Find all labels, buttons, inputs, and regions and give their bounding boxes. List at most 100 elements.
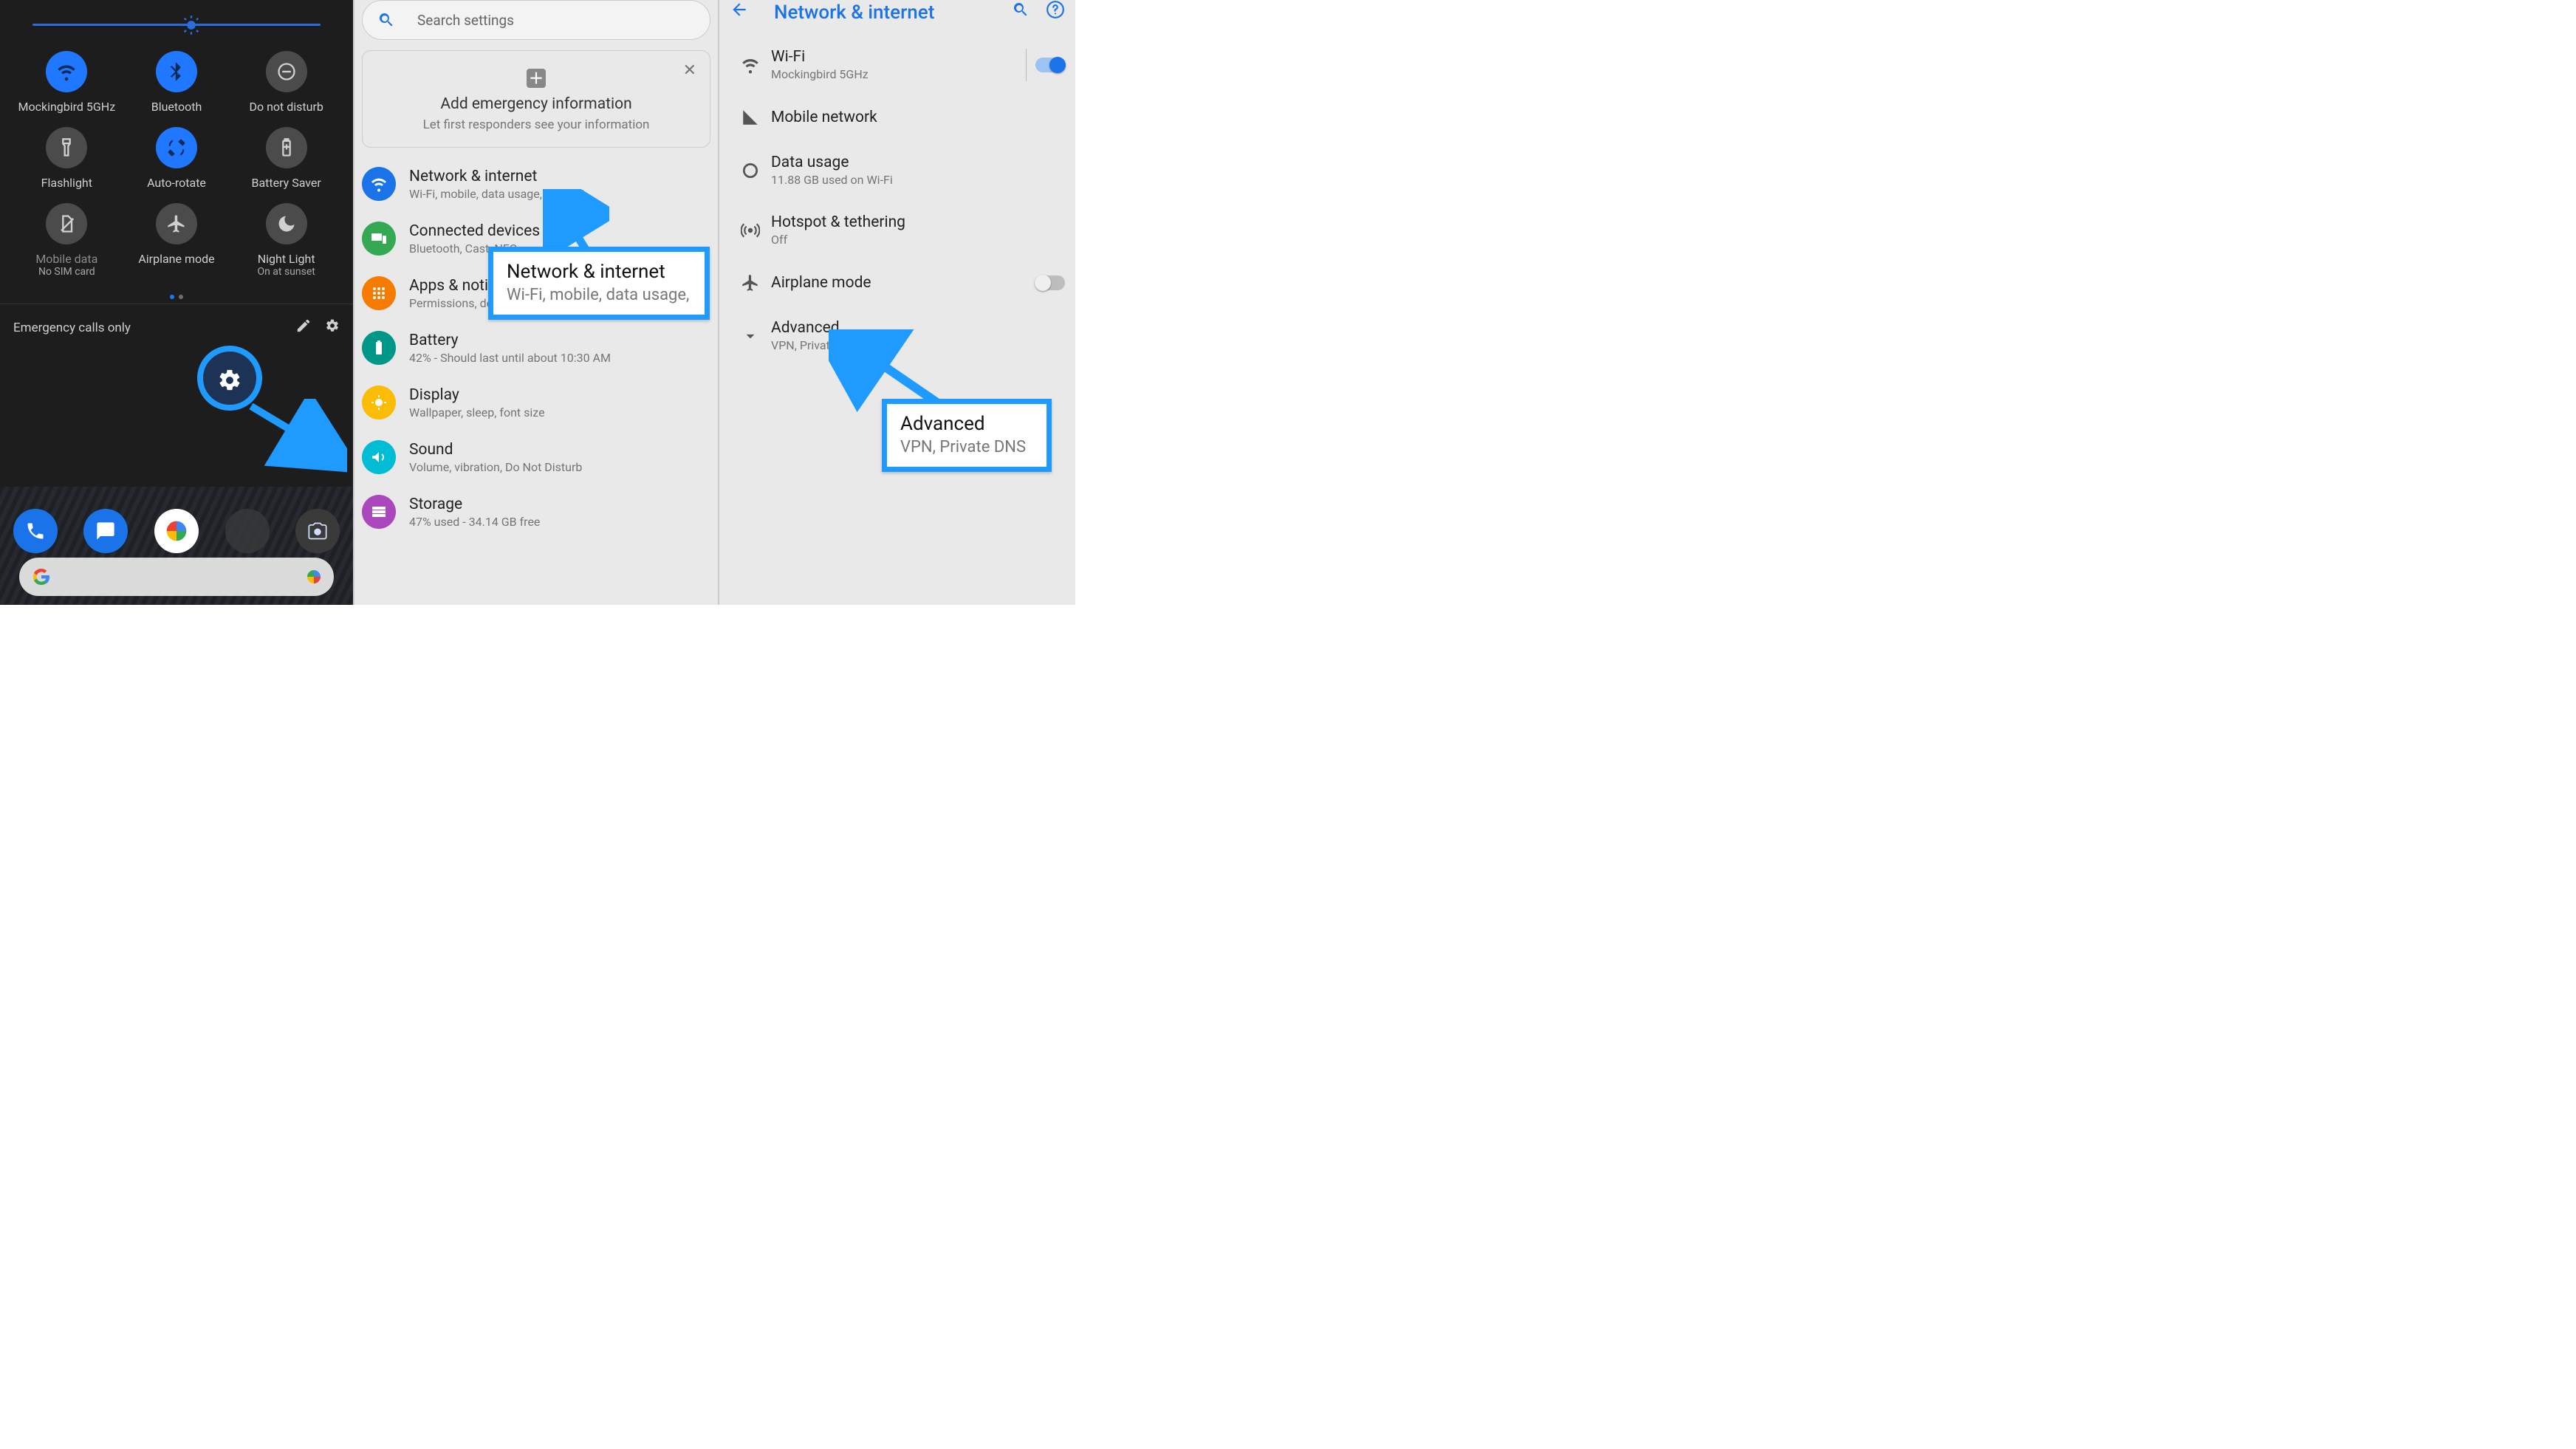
qs-tile-bluetooth[interactable]: Bluetooth [122, 51, 232, 114]
quick-settings-panel: Mockingbird 5GHz Bluetooth Do not distur… [0, 0, 353, 605]
assistant-icon[interactable] [307, 570, 321, 583]
ni-row-hotspot-tethering[interactable]: Hotspot & tethering Off [719, 200, 1075, 260]
bluetooth-icon [156, 51, 197, 92]
google-logo-icon [32, 568, 50, 586]
row-title: Apps & notifications [409, 277, 548, 295]
annotation-arrow-icon [244, 399, 347, 473]
toggle-off[interactable] [1035, 275, 1065, 290]
qs-tile-moon[interactable]: Night Light On at sunset [231, 203, 341, 278]
row-sub: Bluetooth, Cast, NFC [409, 242, 540, 256]
quick-toggle-grid: Mockingbird 5GHz Bluetooth Do not distur… [0, 35, 353, 284]
row-sub: Off [771, 233, 1065, 247]
setting-row-network-internet[interactable]: Network & internet Wi-Fi, mobile, data u… [354, 157, 718, 211]
extra-app-icon[interactable] [225, 509, 270, 553]
setting-row-apps-notifications[interactable]: Apps & notifications Permissions, defaul… [354, 266, 718, 321]
plus-icon: ＋ [527, 69, 546, 88]
setting-row-sound[interactable]: Sound Volume, vibration, Do Not Disturb [354, 430, 718, 484]
moon-icon [266, 203, 307, 244]
network-list: Wi-Fi Mockingbird 5GHz Mobile network Da… [719, 35, 1075, 366]
setting-row-storage[interactable]: Storage 47% used - 34.14 GB free [354, 484, 718, 539]
row-sub: Volume, vibration, Do Not Disturb [409, 460, 582, 474]
ni-row-data-usage[interactable]: Data usage 11.88 GB used on Wi-Fi [719, 140, 1075, 200]
row-title: Mobile network [771, 109, 1065, 126]
pager-dots [0, 284, 353, 304]
phone-app-icon[interactable] [13, 509, 58, 553]
messages-app-icon[interactable] [83, 509, 128, 553]
flashlight-icon [46, 127, 87, 168]
tile-sublabel: No SIM card [12, 266, 122, 278]
network-internet-panel: Network & internet Wi-Fi Mockingbird 5GH… [719, 0, 1075, 605]
row-title: Airplane mode [771, 274, 1035, 292]
tile-label: Night Light [231, 252, 341, 266]
close-icon[interactable]: ✕ [683, 61, 696, 80]
apps-icon [362, 276, 396, 310]
search-icon [377, 11, 395, 29]
search-icon[interactable] [1012, 1, 1030, 24]
search-settings-input[interactable]: Search settings [362, 0, 710, 40]
camera-app-icon[interactable] [295, 509, 340, 553]
emergency-card[interactable]: ✕ ＋ Add emergency information Let first … [362, 50, 710, 148]
qs-tile-sim[interactable]: Mobile data No SIM card [12, 203, 122, 278]
ni-row-wi-fi[interactable]: Wi-Fi Mockingbird 5GHz [719, 35, 1075, 95]
qs-tile-autorotate[interactable]: Auto-rotate [122, 127, 232, 190]
qs-tile-dnd[interactable]: Do not disturb [231, 51, 341, 114]
row-title: Battery [409, 332, 611, 349]
ni-row-airplane-mode[interactable]: Airplane mode [719, 260, 1075, 306]
tile-label: Mockingbird 5GHz [12, 100, 122, 114]
settings-gear-icon[interactable] [325, 318, 340, 337]
row-sub: VPN, Private DNS [771, 338, 1065, 352]
ni-row-advanced[interactable]: Advanced VPN, Private DNS [719, 306, 1075, 366]
tile-label: Auto-rotate [122, 176, 232, 190]
tile-label: Do not disturb [231, 100, 341, 114]
setting-row-display[interactable]: Display Wallpaper, sleep, font size [354, 375, 718, 430]
datacircle-icon [730, 161, 771, 180]
row-sub: Wi-Fi, mobile, data usage, hotspot [409, 187, 586, 201]
airplane-icon [730, 273, 771, 292]
row-title: Advanced [771, 319, 1065, 337]
row-sub: Permissions, default apps [409, 296, 548, 310]
back-icon[interactable] [730, 0, 749, 24]
tile-label: Bluetooth [122, 100, 232, 114]
photos-app-icon[interactable] [154, 509, 199, 553]
qs-tile-wifi[interactable]: Mockingbird 5GHz [12, 51, 122, 114]
row-title: Wi-Fi [771, 48, 1017, 66]
row-sub: 42% - Should last until about 10:30 AM [409, 351, 611, 365]
tile-sublabel: On at sunset [231, 266, 341, 278]
row-title: Data usage [771, 154, 1065, 171]
qs-tile-airplane[interactable]: Airplane mode [122, 203, 232, 278]
chev-icon [730, 326, 771, 346]
display-icon [362, 386, 396, 419]
sound-icon [362, 440, 396, 474]
battery-icon [266, 127, 307, 168]
settings-panel: Search settings ✕ ＋ Add emergency inform… [353, 0, 719, 605]
emergency-subtitle: Let first responders see your informatio… [377, 117, 695, 132]
battery-v-icon [362, 331, 396, 365]
row-title: Storage [409, 496, 540, 513]
tile-label: Mobile data [12, 252, 122, 266]
google-search-pill[interactable] [19, 558, 334, 596]
autorotate-icon [156, 127, 197, 168]
storage-icon [362, 495, 396, 529]
page-header: Network & internet [719, 0, 1075, 35]
page-title: Network & internet [774, 1, 934, 24]
row-title: Connected devices [409, 222, 540, 240]
brightness-slider[interactable] [0, 0, 353, 35]
quick-settings-footer: Emergency calls only [0, 304, 353, 348]
ni-row-mobile-network[interactable]: Mobile network [719, 95, 1075, 140]
dnd-icon [266, 51, 307, 92]
edit-icon[interactable] [295, 318, 312, 338]
qs-tile-battery[interactable]: Battery Saver [231, 127, 341, 190]
help-icon[interactable] [1046, 0, 1065, 24]
brightness-thumb-icon[interactable] [181, 15, 202, 35]
highlighted-gear-icon [217, 368, 242, 393]
emergency-title: Add emergency information [377, 95, 695, 113]
qs-tile-flashlight[interactable]: Flashlight [12, 127, 122, 190]
row-title: Hotspot & tethering [771, 213, 1065, 231]
setting-row-battery[interactable]: Battery 42% - Should last until about 10… [354, 321, 718, 375]
row-sub: Mockingbird 5GHz [771, 67, 1017, 81]
wifi-solid-icon [730, 55, 771, 75]
toggle-on[interactable] [1035, 58, 1065, 72]
status-text: Emergency calls only [13, 321, 131, 335]
setting-row-connected-devices[interactable]: Connected devices Bluetooth, Cast, NFC [354, 211, 718, 266]
search-placeholder: Search settings [417, 12, 514, 29]
